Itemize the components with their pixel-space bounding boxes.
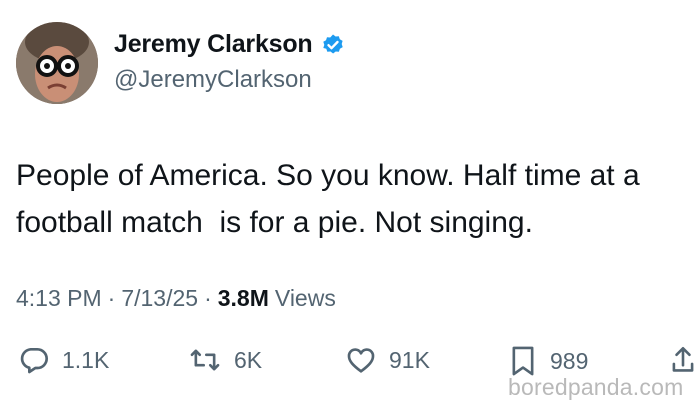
heart-icon: [345, 344, 377, 376]
repost-count: 6K: [234, 346, 263, 373]
bookmark-count: 989: [550, 347, 589, 374]
bookmark-button[interactable]: 989: [508, 344, 588, 378]
meta-separator: ·: [204, 285, 212, 311]
avatar-image: [16, 22, 98, 104]
verified-badge-icon: [321, 33, 345, 57]
meta-separator: ·: [107, 285, 116, 311]
author-name-row: Jeremy Clarkson: [114, 30, 345, 59]
reply-count: 1.1K: [62, 346, 110, 373]
author-handle[interactable]: @JeremyClarkson: [114, 66, 312, 94]
author-name[interactable]: Jeremy Clarkson: [114, 30, 313, 59]
reply-button[interactable]: 1.1K: [18, 344, 109, 376]
tweet-time[interactable]: 4:13 PM: [16, 285, 102, 312]
retweet-icon: [188, 344, 222, 376]
reply-icon: [18, 344, 50, 376]
tweet-date[interactable]: 7/13/25: [121, 285, 198, 312]
like-button[interactable]: 91K: [345, 344, 430, 376]
share-button[interactable]: [670, 344, 696, 376]
like-count: 91K: [389, 346, 430, 373]
repost-button[interactable]: 6K: [188, 344, 262, 376]
avatar[interactable]: [16, 22, 98, 104]
tweet-text: People of America. So you know. Half tim…: [16, 159, 649, 239]
share-icon: [670, 344, 696, 376]
tweet-meta: 4:13 PM · 7/13/25 · 3.8M Views: [16, 285, 336, 312]
watermark: boredpanda.com: [508, 374, 684, 400]
views-label: Views: [274, 285, 336, 311]
bookmark-icon: [508, 344, 538, 378]
views-count: 3.8M: [217, 285, 269, 311]
